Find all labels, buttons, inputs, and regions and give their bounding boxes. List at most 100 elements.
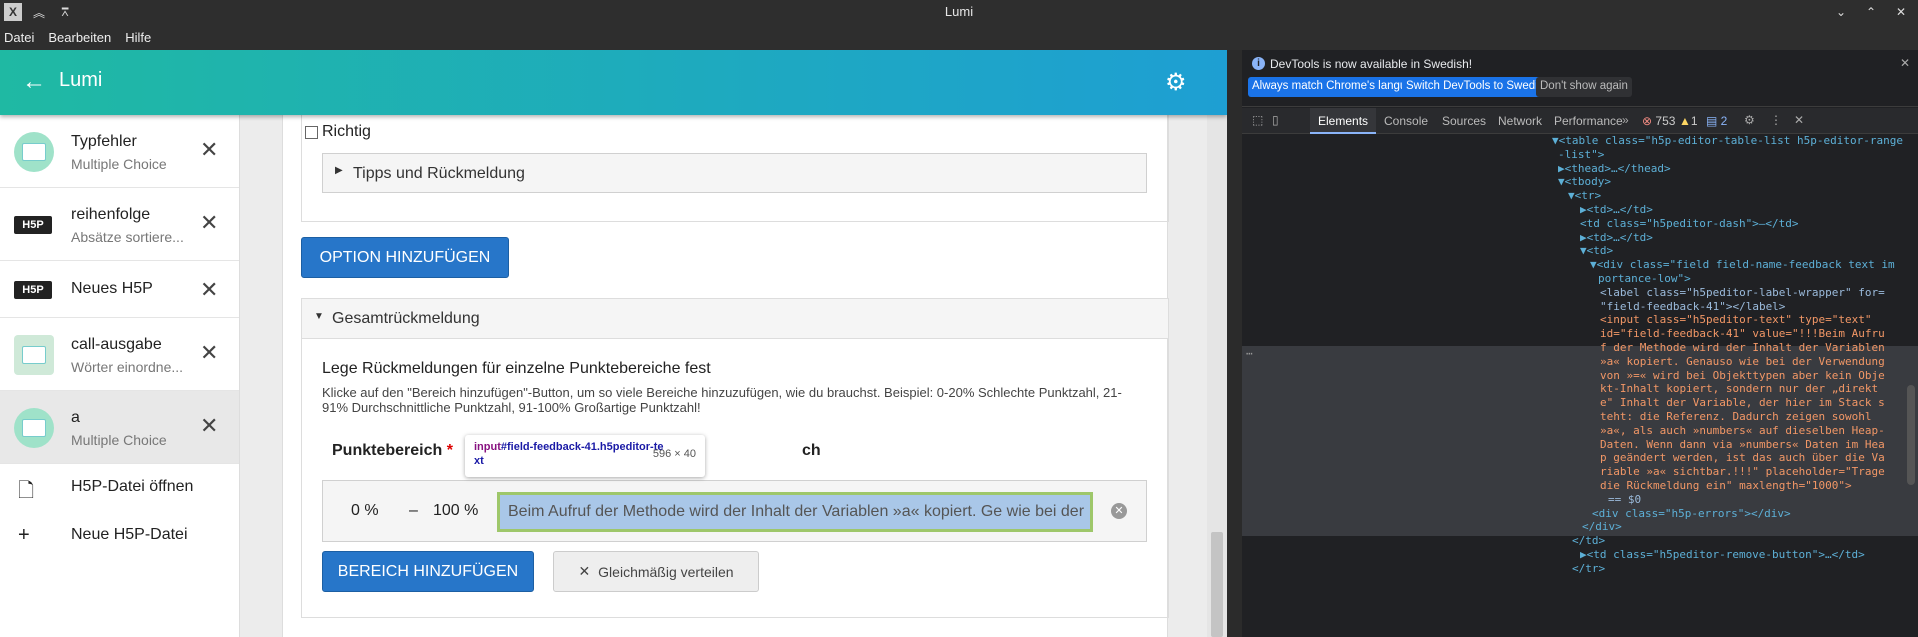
dom-line[interactable]: <input class="h5peditor-text" type="text… [1600, 313, 1872, 326]
dom-line[interactable]: Daten. Wenn dann via »numbers« Daten im … [1600, 438, 1885, 451]
dont-show-again-button[interactable]: Don't show again [1536, 77, 1632, 97]
tab-elements[interactable]: Elements [1310, 108, 1377, 134]
dom-line[interactable]: portance-low"> [1598, 272, 1691, 285]
error-count-badge[interactable]: ⊗ 753 [1642, 114, 1675, 128]
sidebar-item-subtitle: Wörter einordne... [71, 359, 184, 375]
dom-line[interactable]: riable »a« sichtbar.!!!" placeholder="Tr… [1600, 465, 1885, 478]
warning-count-badge[interactable]: ▲1 [1679, 114, 1698, 128]
devtools-panel: i DevTools is now available in Swedish! … [1242, 50, 1918, 637]
open-h5p-file-action[interactable]: 🗋 H5P-Datei öffnen [0, 464, 239, 512]
sidebar-item-reihenfolge[interactable]: H5P reihenfolge Absätze sortiere... ✕ [0, 188, 239, 261]
maximize-icon[interactable]: ⌃ [1862, 3, 1880, 21]
dom-line[interactable]: -list"> [1558, 148, 1604, 161]
feedback-header-tail: ch [802, 442, 821, 459]
overall-feedback-header[interactable]: ▼ Gesamtrückmeldung [302, 299, 1168, 339]
dom-line[interactable]: <td class="h5peditor-dash">–</td> [1580, 217, 1799, 230]
dom-line[interactable]: »a«, als auch »numbers« auf dieselben He… [1600, 424, 1885, 437]
dom-line[interactable]: </tr> [1572, 562, 1605, 575]
close-notice-icon[interactable]: ✕ [1900, 56, 1910, 70]
dom-line[interactable]: == $0 [1608, 493, 1641, 506]
settings-gear-icon[interactable]: ⚙ [1744, 113, 1755, 127]
multiple-choice-icon [14, 132, 54, 172]
app-title: Lumi [59, 69, 103, 91]
inspect-element-icon[interactable]: ⬚ [1252, 113, 1263, 127]
message-count-badge[interactable]: ▤ 2 [1706, 114, 1727, 128]
close-devtools-icon[interactable]: ✕ [1794, 113, 1804, 127]
tips-feedback-collapsible[interactable]: ▶ Tipps und Rückmeldung [322, 153, 1147, 193]
menu-bearbeiten[interactable]: Bearbeiten [48, 30, 111, 45]
richtig-label: Richtig [322, 123, 371, 140]
close-icon[interactable]: ✕ [1892, 3, 1910, 21]
sidebar-item-neues-h5p[interactable]: H5P Neues H5P ✕ [0, 261, 239, 318]
overall-feedback-group: ▼ Gesamtrückmeldung Lege Rückmeldungen f… [301, 298, 1169, 618]
dom-line[interactable]: </div> [1582, 520, 1622, 533]
dom-line[interactable]: kt-Inhalt kopiert, sondern nur der „dire… [1600, 382, 1878, 395]
dom-line[interactable]: ▼<div class="field field-name-feedback t… [1590, 258, 1895, 271]
sidebar-item-call-ausgabe[interactable]: call-ausgabe Wörter einordne... ✕ [0, 318, 239, 391]
menu-hilfe[interactable]: Hilfe [125, 30, 151, 45]
tab-console[interactable]: Console [1384, 114, 1428, 128]
dom-ellipsis-icon[interactable]: ⋯ [1246, 347, 1253, 360]
tab-sources[interactable]: Sources [1442, 114, 1486, 128]
dom-line[interactable]: ▶<thead>…</thead> [1558, 162, 1671, 175]
menu-datei[interactable]: Datei [4, 30, 34, 45]
settings-gear-icon[interactable]: ⚙ [1165, 68, 1187, 97]
dom-line[interactable]: </td> [1572, 534, 1605, 547]
range-row: 0 % – 100 % Beim Aufruf der Methode wird… [322, 480, 1147, 542]
dom-line[interactable]: p geändert werden, ist das auch über die… [1600, 451, 1885, 464]
switch-to-swedish-button[interactable]: Switch DevTools to Swedish [1402, 77, 1554, 97]
dom-line[interactable]: <label class="h5peditor-label-wrapper" f… [1600, 286, 1885, 299]
close-icon[interactable]: ✕ [200, 277, 218, 303]
drag-words-icon [14, 335, 54, 375]
range-from[interactable]: 0 % [351, 502, 379, 520]
close-icon[interactable]: ✕ [200, 137, 218, 163]
sidebar-item-subtitle: Multiple Choice [71, 432, 167, 448]
dom-line[interactable]: ▼<tbody> [1558, 175, 1611, 188]
richtig-checkbox[interactable] [305, 125, 318, 139]
distribute-label: Gleichmäßig verteilen [598, 563, 734, 580]
vertical-scrollbar[interactable] [1207, 115, 1227, 637]
dom-line[interactable]: ▶<td>…</td> [1580, 203, 1653, 216]
scrollbar-thumb[interactable] [1211, 532, 1223, 637]
sidebar-item-typfehler[interactable]: Typfehler Multiple Choice ✕ [0, 115, 239, 188]
dom-line[interactable]: teht: die Referenz. Dadurch zeigen sowoh… [1600, 410, 1872, 423]
tab-network[interactable]: Network [1498, 114, 1542, 128]
dom-line[interactable]: f der Methode wird der Inhalt der Variab… [1600, 341, 1885, 354]
tab-performance[interactable]: Performance [1554, 114, 1623, 128]
dom-line[interactable]: die Rückmeldung ein" maxlength="1000"> [1600, 479, 1852, 492]
sidebar-item-title: call-ausgabe [71, 336, 162, 353]
more-tabs-icon[interactable]: » [1622, 113, 1629, 127]
dom-line[interactable]: ▶<td class="h5peditor-remove-button">…</… [1580, 548, 1865, 561]
dom-line[interactable]: id="field-feedback-41" value="!!!Beim Au… [1600, 327, 1885, 340]
dom-scrollbar-thumb[interactable] [1907, 385, 1915, 485]
kebab-menu-icon[interactable]: ⋮ [1770, 113, 1782, 127]
minimize-icon[interactable]: ⌄ [1832, 3, 1850, 21]
add-range-button[interactable]: BEREICH HINZUFÜGEN [322, 551, 534, 592]
dom-line[interactable]: ▼<td> [1580, 244, 1613, 257]
back-arrow-icon[interactable]: ← [22, 68, 46, 96]
feedback-text-value: Beim Aufruf der Methode wird der Inhalt … [508, 503, 1085, 520]
dom-line[interactable]: <div class="h5p-errors"></div> [1592, 507, 1791, 520]
dom-line[interactable]: ▼<tr> [1568, 189, 1601, 202]
dom-line[interactable]: ▼<table class="h5p-editor-table-list h5p… [1552, 135, 1903, 147]
remove-range-icon[interactable]: ✕ [1111, 503, 1127, 519]
dom-line[interactable]: »a« kopiert. Genauso wie bei der Verwend… [1600, 355, 1885, 368]
feedback-text-input[interactable]: Beim Aufruf der Methode wird der Inhalt … [497, 492, 1093, 532]
close-icon[interactable]: ✕ [200, 340, 218, 366]
dom-line[interactable]: "field-feedback-41"></label> [1600, 300, 1785, 313]
distribute-evenly-button[interactable]: ✕ Gleichmäßig verteilen [553, 551, 759, 592]
dom-line[interactable]: ▶<td>…</td> [1580, 231, 1653, 244]
sidebar-item-a[interactable]: a Multiple Choice ✕ [0, 391, 239, 464]
dom-line[interactable]: von »=« wird bei Objekttypen aber kein O… [1600, 369, 1885, 382]
add-option-button[interactable]: OPTION HINZUFÜGEN [301, 237, 509, 278]
close-icon[interactable]: ✕ [200, 210, 218, 236]
range-to[interactable]: 100 % [433, 502, 478, 520]
device-toolbar-icon[interactable]: ▯ [1272, 113, 1279, 127]
sidebar-item-title: Typfehler [71, 133, 137, 150]
close-icon[interactable]: ✕ [200, 413, 218, 439]
new-h5p-file-action[interactable]: + Neue H5P-Datei [0, 512, 239, 560]
sidebar: Typfehler Multiple Choice ✕ H5P reihenfo… [0, 115, 240, 637]
dom-line[interactable]: e" Inhalt der Variable, der hier im Stac… [1600, 396, 1885, 409]
plus-icon: + [18, 524, 30, 546]
sidebar-item-title: reihenfolge [71, 206, 151, 223]
